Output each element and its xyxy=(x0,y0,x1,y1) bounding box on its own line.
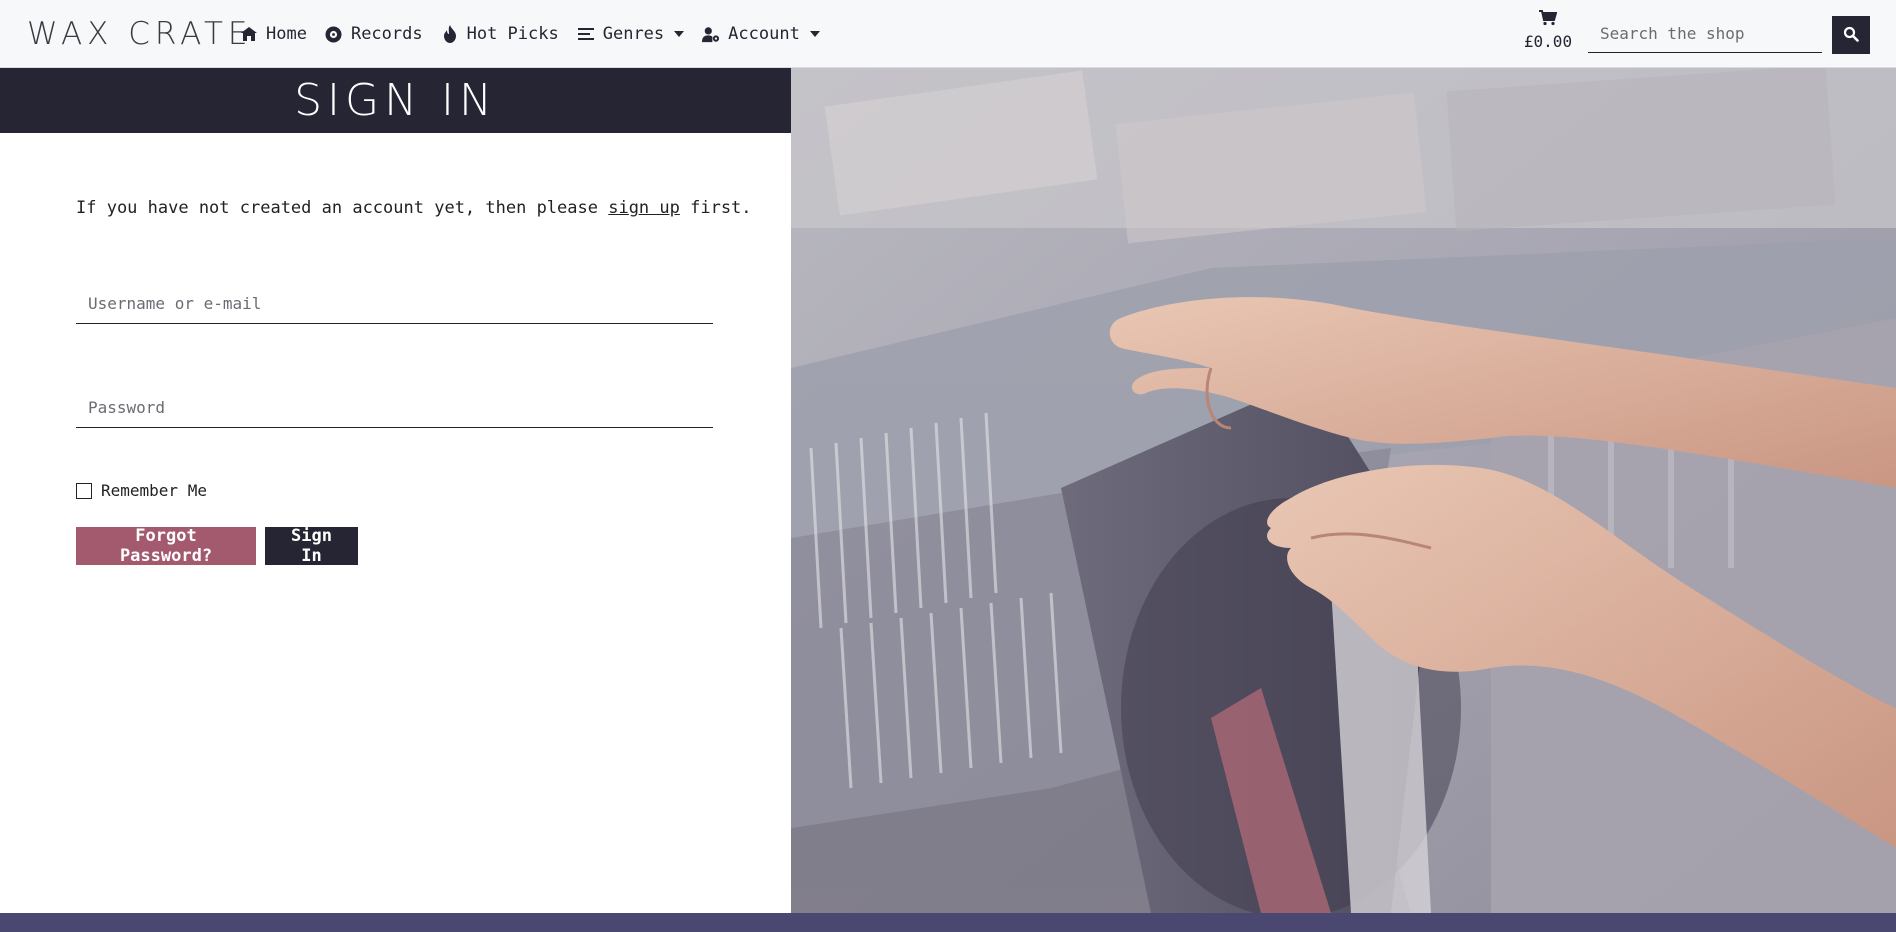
page-title: SIGN IN xyxy=(294,75,497,126)
fire-icon xyxy=(441,25,459,43)
cart-total: £0.00 xyxy=(1523,32,1573,51)
hero-image-record-crates xyxy=(791,68,1896,913)
signup-prompt-before: If you have not created an account yet, … xyxy=(76,198,609,218)
remember-me[interactable]: Remember Me xyxy=(76,481,207,500)
nav-label-records: Records xyxy=(350,24,423,44)
username-field[interactable] xyxy=(76,284,713,324)
nav-item-records[interactable]: Records xyxy=(325,24,423,44)
signin-panel: SIGN IN If you have not created an accou… xyxy=(0,68,791,913)
signup-prompt: If you have not created an account yet, … xyxy=(76,198,752,218)
search-icon xyxy=(1843,26,1859,45)
search-form xyxy=(1588,15,1870,54)
nav-label-genres: Genres xyxy=(602,24,665,44)
record-icon xyxy=(325,25,343,43)
footer-bar xyxy=(0,913,1896,932)
nav-links: Home Records Hot Picks Genres Account xyxy=(240,0,838,68)
remember-label: Remember Me xyxy=(101,481,207,500)
chevron-down-icon xyxy=(674,31,685,37)
search-button[interactable] xyxy=(1832,16,1870,54)
cart-button[interactable]: £0.00 xyxy=(1521,10,1575,51)
chevron-down-icon xyxy=(809,31,820,37)
password-field[interactable] xyxy=(76,388,713,428)
nav-item-home[interactable]: Home xyxy=(240,24,307,44)
nav-label-hot-picks: Hot Picks xyxy=(466,24,559,44)
forgot-password-button[interactable]: Forgot Password? xyxy=(76,526,256,566)
nav-item-hot-picks[interactable]: Hot Picks xyxy=(441,24,559,44)
title-bar: SIGN IN xyxy=(0,68,791,133)
nav-item-account[interactable]: Account xyxy=(702,24,820,44)
cart-icon xyxy=(1539,10,1558,30)
nav-item-genres[interactable]: Genres xyxy=(577,24,685,44)
signup-link[interactable]: sign up xyxy=(608,198,680,218)
top-navbar: WAX CRATE Home Records Hot Picks Genres xyxy=(0,0,1896,68)
nav-label-account: Account xyxy=(728,24,800,44)
signup-prompt-after: first. xyxy=(679,198,752,218)
remember-checkbox[interactable] xyxy=(76,482,92,499)
brand-logo[interactable]: WAX CRATE xyxy=(27,16,253,52)
sign-in-button[interactable]: Sign In xyxy=(265,526,358,566)
list-icon xyxy=(577,25,595,43)
search-input[interactable] xyxy=(1588,15,1822,53)
home-icon xyxy=(240,25,258,43)
user-cog-icon xyxy=(702,25,720,43)
nav-label-home: Home xyxy=(266,24,307,44)
